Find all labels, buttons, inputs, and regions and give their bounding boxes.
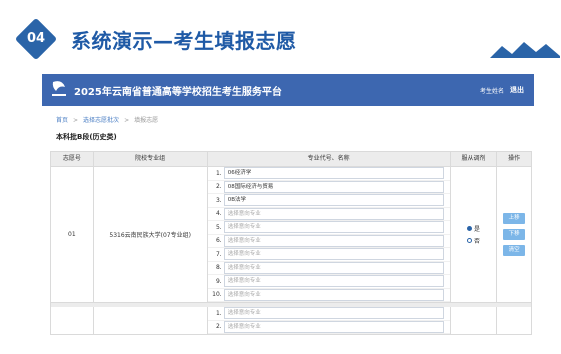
header-obey: 服从调剂: [451, 152, 498, 166]
major-slot-number: 2.: [215, 183, 222, 191]
move-down-button[interactable]: 下移: [503, 229, 526, 240]
major-list: 1. 选择意向专业 2. 选择意向专业: [207, 307, 451, 334]
school-group[interactable]: 5316云南民族大学(07专业组): [94, 167, 208, 302]
platform-topbar: 2025年云南省普通高等学校招生考生服务平台 考生姓名 退出: [42, 74, 534, 106]
slide-title: 系统演示—考生填报志愿: [71, 29, 297, 53]
breadcrumb-home[interactable]: 首页: [56, 117, 68, 124]
major-select-field[interactable]: 选择意向专业: [223, 207, 444, 220]
platform-title: 2025年云南省普通高等学校招生考生服务平台: [74, 87, 282, 98]
major-slot: 4. 选择意向专业: [207, 207, 450, 221]
table-row: 01 5316云南民族大学(07专业组) 1. 06经济学 2. 08国际经济与贸易 3…: [50, 167, 532, 303]
major-slot: 8. 选择意向专业: [207, 261, 450, 275]
radio-checked-icon: [466, 226, 472, 231]
breadcrumb-current: 填报志愿: [134, 117, 159, 124]
major-slot-number: 1.: [215, 169, 222, 177]
major-slot-number: 3.: [215, 196, 222, 204]
volunteer-number: 01: [51, 167, 94, 302]
major-slot: 9. 选择意向专业: [207, 275, 450, 289]
major-slot: 7. 选择意向专业: [207, 248, 450, 262]
table-row: 1. 选择意向专业 2. 选择意向专业: [50, 307, 532, 335]
major-select-field[interactable]: 选择意向专业: [223, 320, 444, 333]
major-select-field[interactable]: 选择意向专业: [223, 221, 444, 234]
major-select-field[interactable]: 选择意向专业: [223, 234, 444, 247]
major-slot-number: 5.: [215, 223, 222, 231]
logout-button[interactable]: 退出: [510, 85, 524, 95]
batch-title: 本科批B段(历史类): [56, 133, 117, 141]
major-select-field[interactable]: 选择意向专业: [223, 288, 444, 301]
major-select-field[interactable]: 选择意向专业: [223, 307, 444, 320]
volunteer-table: 志愿号 院校专业组 专业代号、名称 服从调剂 操作 01 5316云南民族大学(…: [50, 151, 532, 335]
major-slot-number: 7.: [215, 250, 222, 258]
major-slot: 2. 08国际经济与贸易: [207, 180, 450, 194]
header-school: 院校专业组: [94, 152, 208, 166]
move-up-button[interactable]: 上移: [503, 213, 526, 224]
obey-no-radio[interactable]: 否: [466, 236, 480, 245]
major-select-field[interactable]: 08国际经济与贸易: [223, 180, 444, 193]
header-number: 志愿号: [51, 152, 94, 166]
platform-logo-icon: [52, 81, 66, 96]
section-badge-number: 04: [26, 31, 46, 46]
major-slot-number: 2.: [215, 323, 222, 331]
major-slot: 3. 0B法学: [207, 194, 450, 208]
major-slot: 5. 选择意向专业: [207, 221, 450, 235]
major-slot-number: 9.: [215, 277, 222, 285]
breadcrumb: 首页 > 选择志愿批次 > 填报志愿: [56, 117, 159, 124]
major-select-field[interactable]: 06经济学: [223, 167, 444, 180]
major-slot-number: 1.: [215, 309, 222, 317]
row-actions: 上移 下移 清空: [497, 167, 531, 302]
major-slot: 6. 选择意向专业: [207, 234, 450, 248]
user-link[interactable]: 考生姓名: [480, 86, 504, 95]
service-platform: 2025年云南省普通高等学校招生考生服务平台 考生姓名 退出 首页 > 选择志愿批次…: [42, 74, 534, 354]
major-slot-number: 8.: [215, 264, 222, 272]
major-select-field[interactable]: 选择意向专业: [223, 275, 444, 288]
major-slot: 10. 选择意向专业: [207, 288, 450, 302]
table-header: 志愿号 院校专业组 专业代号、名称 服从调剂 操作: [50, 151, 532, 167]
radio-unchecked-icon: [466, 238, 472, 243]
major-select-field[interactable]: 选择意向专业: [223, 261, 444, 274]
obey-adjust: 是 否: [451, 167, 498, 302]
clear-button[interactable]: 清空: [503, 245, 526, 256]
major-slot-number: 10.: [212, 291, 222, 299]
major-slot: 1. 选择意向专业: [207, 307, 450, 321]
breadcrumb-batch[interactable]: 选择志愿批次: [83, 117, 119, 124]
major-list: 1. 06经济学 2. 08国际经济与贸易 3. 0B法学 4. 选择意向专业 5. 选择意向专业…: [207, 167, 451, 302]
major-slot: 2. 选择意向专业: [207, 320, 450, 334]
major-select-field[interactable]: 选择意向专业: [223, 248, 444, 261]
header-major: 专业代号、名称: [208, 152, 451, 166]
major-slot-number: 6.: [215, 237, 222, 245]
obey-yes-radio[interactable]: 是: [466, 224, 480, 233]
header-actions: 操作: [508, 155, 521, 162]
major-slot: 1. 06经济学: [207, 167, 450, 181]
major-slot-number: 4.: [215, 210, 222, 218]
wave-decoration-icon: [490, 42, 560, 58]
major-select-field[interactable]: 0B法学: [223, 194, 444, 207]
